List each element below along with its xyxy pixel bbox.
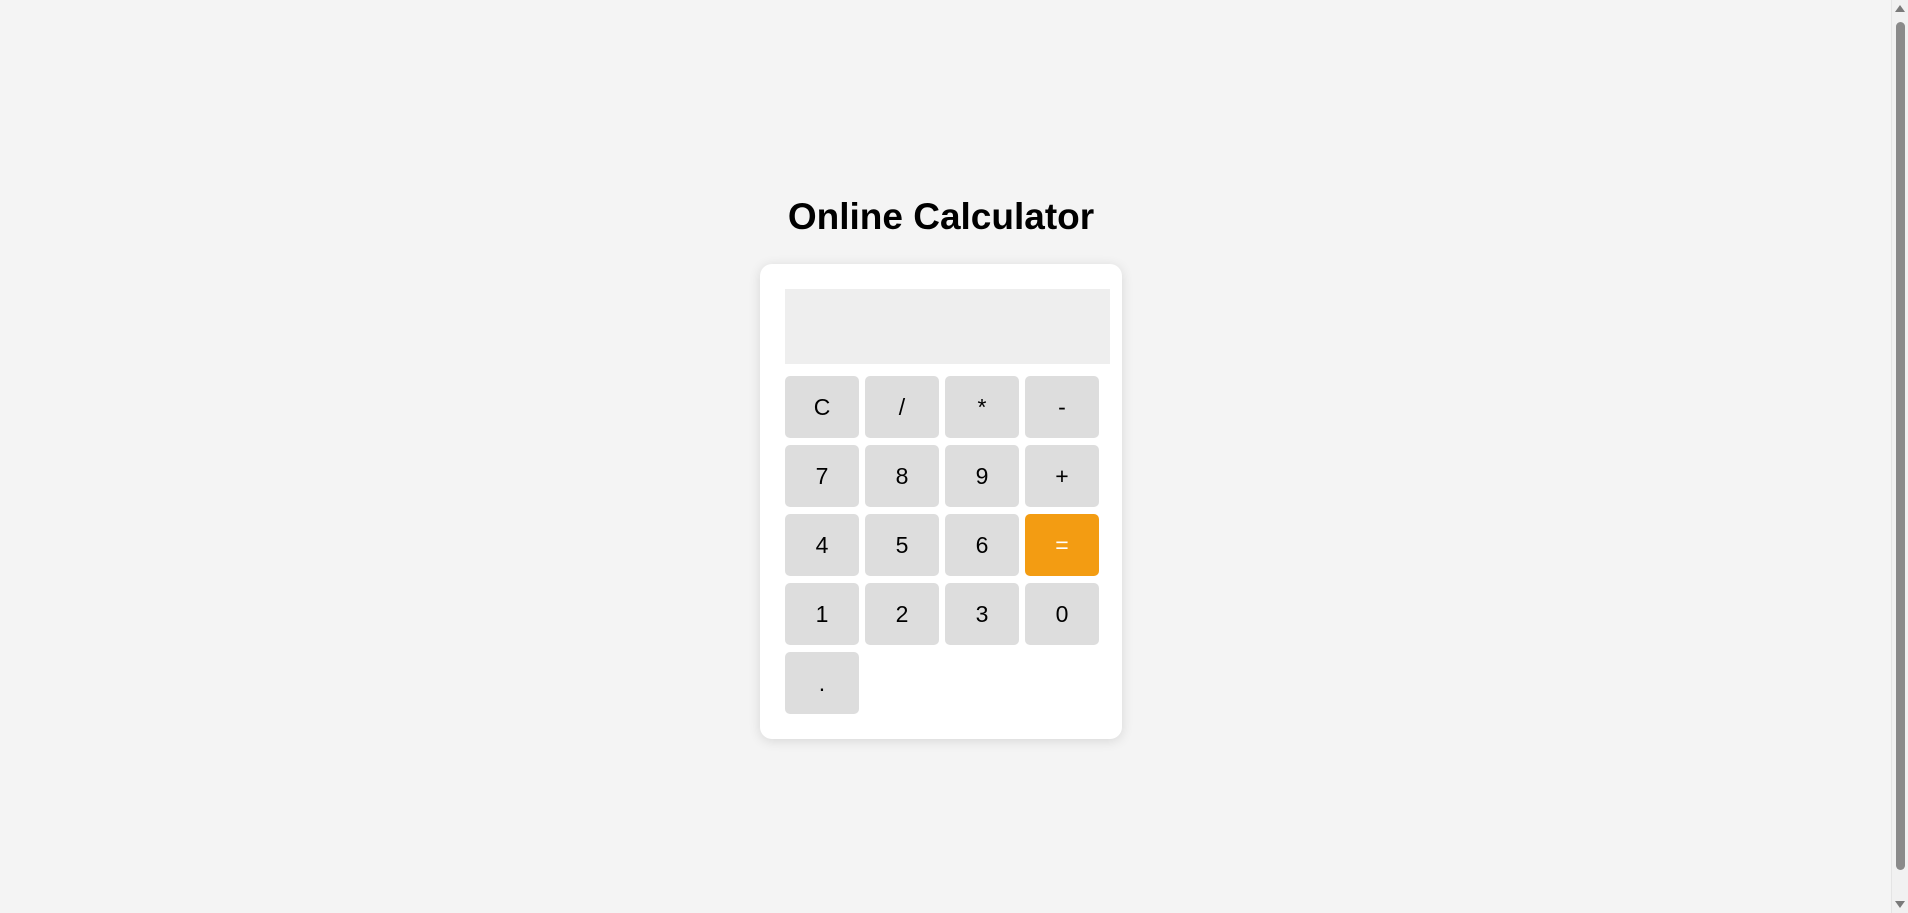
decimal-button[interactable]: . [785,652,859,714]
digit-5-button[interactable]: 5 [865,514,939,576]
digit-4-button[interactable]: 4 [785,514,859,576]
digit-7-button[interactable]: 7 [785,445,859,507]
digit-6-button[interactable]: 6 [945,514,1019,576]
page-title: Online Calculator [787,196,1095,237]
digit-2-button[interactable]: 2 [865,583,939,645]
keypad: C / * - 7 8 9 + 4 5 6 = 1 2 3 0 . [785,376,1099,714]
equals-button[interactable]: = [1025,514,1099,576]
subtract-button[interactable]: - [1025,376,1099,438]
multiply-button[interactable]: * [945,376,1019,438]
scroll-thumb[interactable] [1896,22,1905,870]
clear-button[interactable]: C [785,376,859,438]
scroll-up-arrow-icon[interactable] [1895,5,1905,12]
digit-1-button[interactable]: 1 [785,583,859,645]
divide-button[interactable]: / [865,376,939,438]
digit-0-button[interactable]: 0 [1025,583,1099,645]
vertical-scrollbar[interactable] [1891,0,1908,913]
digit-3-button[interactable]: 3 [945,583,1019,645]
calculator-card: C / * - 7 8 9 + 4 5 6 = 1 2 3 0 . [760,264,1122,739]
scroll-down-arrow-icon[interactable] [1895,901,1905,908]
add-button[interactable]: + [1025,445,1099,507]
calculator-display[interactable] [785,289,1110,364]
digit-9-button[interactable]: 9 [945,445,1019,507]
digit-8-button[interactable]: 8 [865,445,939,507]
